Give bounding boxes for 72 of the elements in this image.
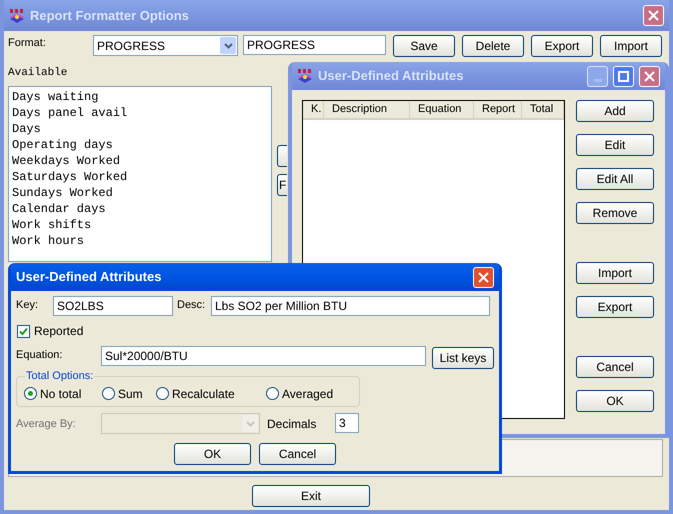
window-title: User-Defined Attributes <box>318 67 464 86</box>
toolbar-button[interactable]: Save <box>393 35 455 57</box>
radio-label: Sum <box>118 386 143 402</box>
format-label: Format: <box>7 36 47 51</box>
average-by-label: Average By: <box>16 417 77 432</box>
maximize-icon <box>618 70 629 82</box>
column-header[interactable]: Total <box>522 101 564 118</box>
list-item[interactable]: Days panel avail <box>12 104 271 120</box>
available-label: Available <box>8 66 68 81</box>
equation-field[interactable]: Sul*20000/BTU <box>101 346 426 366</box>
decimals-label: Decimals <box>266 416 318 433</box>
dialog-button[interactable]: Cancel <box>259 443 336 465</box>
list-item[interactable]: Work hours <box>12 232 271 248</box>
side-button[interactable]: OK <box>576 390 654 412</box>
radio-button[interactable] <box>266 387 279 400</box>
radio-label: No total <box>40 386 82 402</box>
reported-checkbox[interactable] <box>17 324 30 338</box>
key-field[interactable]: SO2LBS <box>53 296 173 316</box>
list-keys-button[interactable]: List keys <box>432 347 494 369</box>
list-item[interactable]: Days <box>12 120 271 136</box>
format-dropdown[interactable]: PROGRESS <box>93 35 238 56</box>
radio-button[interactable] <box>24 387 37 400</box>
close-button[interactable] <box>473 266 494 288</box>
window-title: User-Defined Attributes <box>16 268 162 286</box>
column-header[interactable]: Description <box>324 101 410 118</box>
maximize-button[interactable] <box>613 66 634 86</box>
radio-button[interactable] <box>102 387 115 400</box>
close-icon <box>644 70 655 82</box>
column-header[interactable]: Report <box>474 101 522 118</box>
toolbar-button[interactable]: Delete <box>462 35 524 57</box>
side-button[interactable]: Remove <box>576 202 654 224</box>
desc-field[interactable]: Lbs SO2 per Million BTU <box>211 296 490 316</box>
desc-label: Desc: <box>176 298 206 313</box>
group-legend: Total Options: <box>25 369 94 383</box>
column-header[interactable]: Equation <box>410 101 474 118</box>
reported-label: Reported <box>34 323 84 340</box>
radio-label: Recalculate <box>172 386 235 402</box>
toolbar-button[interactable]: Export <box>531 35 593 57</box>
format-name-field[interactable]: PROGRESS <box>243 35 386 55</box>
list-item[interactable]: Work shifts <box>12 216 271 232</box>
partial-button[interactable] <box>277 144 287 166</box>
side-button[interactable]: Edit <box>576 134 654 156</box>
app-icon <box>9 8 25 24</box>
radio-label: Averaged <box>282 386 334 402</box>
close-icon <box>478 272 489 282</box>
list-item[interactable]: Sundays Worked <box>12 184 271 200</box>
toolbar-button[interactable]: Import <box>600 35 662 57</box>
check-icon <box>19 326 28 336</box>
side-button[interactable]: Edit All <box>576 168 654 190</box>
radio-button[interactable] <box>156 387 169 400</box>
side-button[interactable]: Add <box>576 100 654 122</box>
decimals-field[interactable]: 3 <box>335 413 359 433</box>
close-icon <box>648 10 659 21</box>
available-list[interactable]: Days waiting Days panel avail Days Operating days Weekdays Worked Saturdays Worked Sundays Worked Calendar days Work shifts Work hours <box>8 86 272 262</box>
close-button[interactable] <box>643 5 664 26</box>
list-item[interactable]: Calendar days <box>12 200 271 216</box>
list-item[interactable]: Operating days <box>12 136 271 152</box>
exit-button[interactable]: Exit <box>252 484 370 506</box>
list-item[interactable]: Saturdays Worked <box>12 168 271 184</box>
equation-label: Equation: <box>16 348 64 363</box>
list-item[interactable]: Days waiting <box>12 88 271 104</box>
side-button[interactable]: Export <box>576 296 654 318</box>
list-item[interactable]: Weekdays Worked <box>12 152 271 168</box>
side-button[interactable]: Cancel <box>576 356 654 378</box>
close-button[interactable] <box>639 66 660 86</box>
dialog-button[interactable]: OK <box>174 443 251 465</box>
column-header[interactable]: K. <box>303 101 324 118</box>
key-label: Key: <box>16 298 40 313</box>
side-button[interactable]: Import <box>576 262 654 284</box>
window-title: Report Formatter Options <box>30 6 190 25</box>
partial-button[interactable]: F <box>277 174 287 196</box>
app-icon <box>297 68 313 84</box>
